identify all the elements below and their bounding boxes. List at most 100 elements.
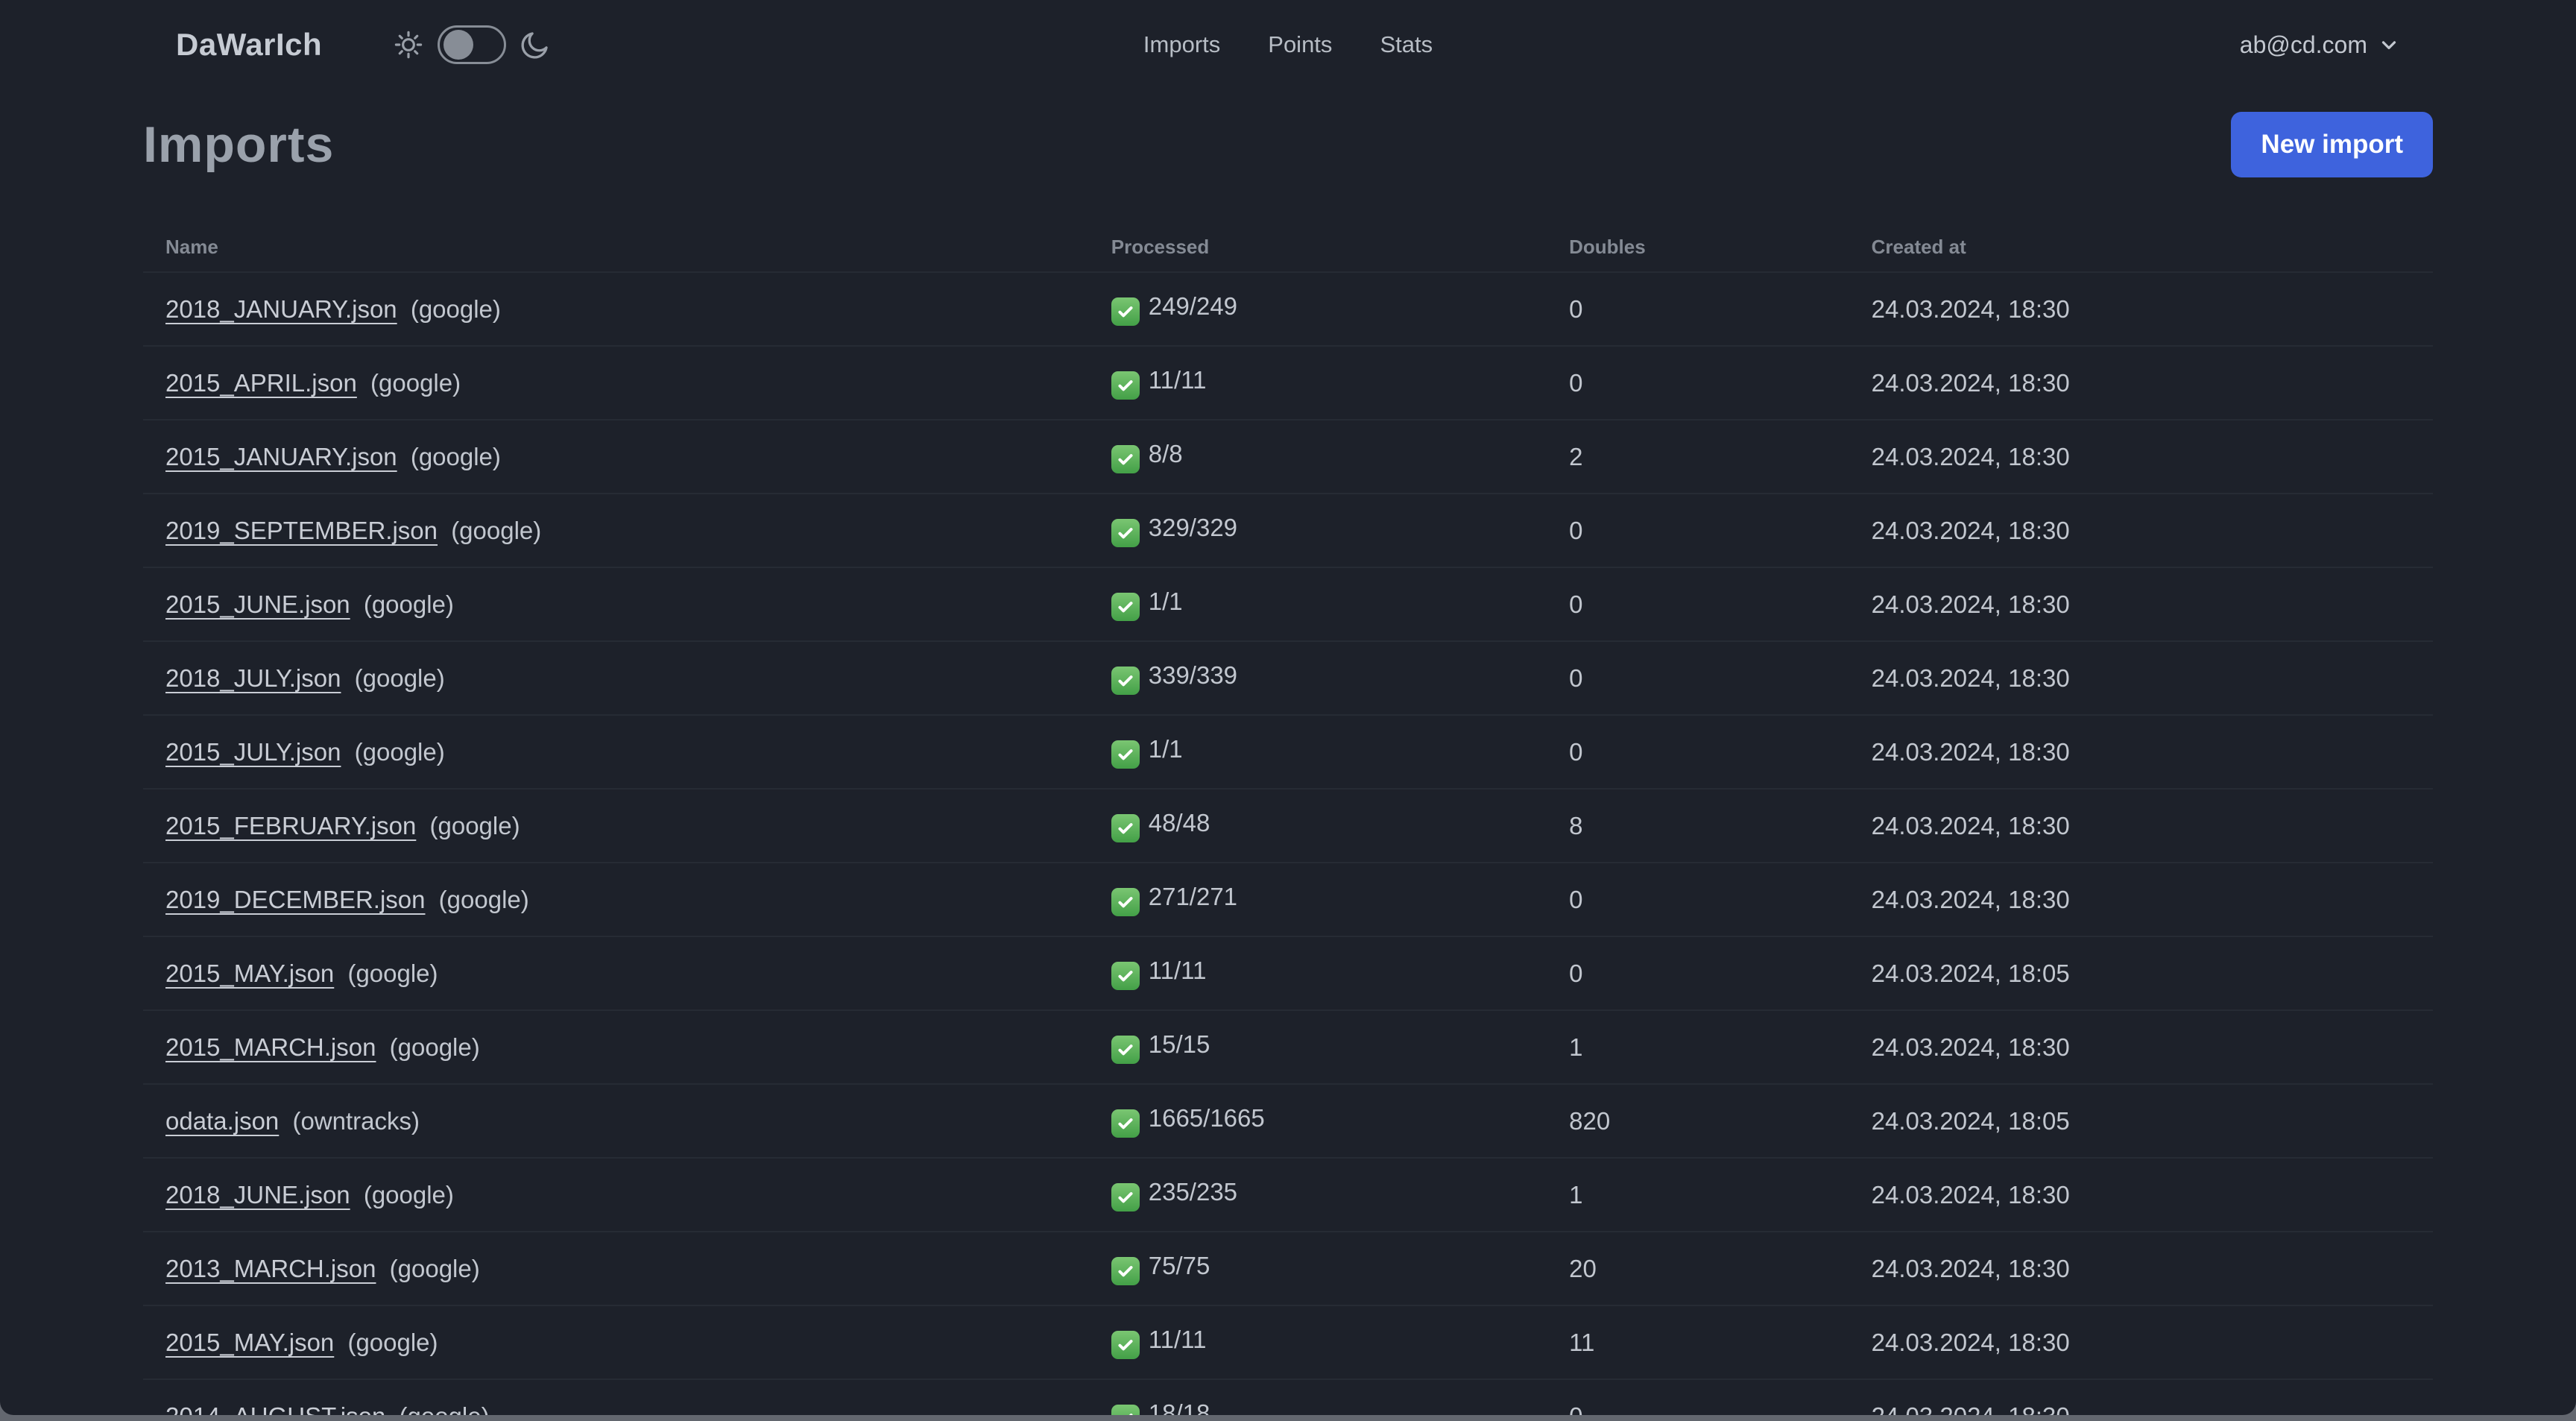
import-file-link[interactable]: 2013_MARCH.json xyxy=(165,1255,376,1282)
app-logo[interactable]: DaWarIch xyxy=(176,27,322,63)
table-row: 2018_JULY.json (google) 339/339 0 24.03.… xyxy=(143,641,2433,715)
created-at: 24.03.2024, 18:30 xyxy=(1871,1180,2070,1209)
created-at: 24.03.2024, 18:30 xyxy=(1871,1033,2070,1061)
import-source: (google) xyxy=(389,1254,480,1282)
import-file-link[interactable]: 2018_JANUARY.json xyxy=(165,295,397,323)
doubles-count: 0 xyxy=(1569,516,1583,544)
created-at: 24.03.2024, 18:30 xyxy=(1871,737,2070,766)
processed-count: 1665/1665 xyxy=(1148,1104,1265,1132)
app-window: DaWarIch Imports Points Stats ab@cd.com … xyxy=(0,0,2576,1415)
processed-count: 75/75 xyxy=(1148,1252,1210,1279)
doubles-count: 0 xyxy=(1569,885,1583,913)
page-content: Imports New import Name Processed Double… xyxy=(0,112,2576,1415)
table-row: 2019_DECEMBER.json (google) 271/271 0 24… xyxy=(143,863,2433,936)
user-email: ab@cd.com xyxy=(2239,31,2367,58)
table-row: 2015_FEBRUARY.json (google) 48/48 8 24.0… xyxy=(143,789,2433,863)
theme-toggle[interactable] xyxy=(393,25,551,64)
import-file-link[interactable]: odata.json xyxy=(165,1107,279,1135)
table-row: 2018_JUNE.json (google) 235/235 1 24.03.… xyxy=(143,1158,2433,1232)
doubles-count: 20 xyxy=(1569,1254,1597,1282)
processed-count: 339/339 xyxy=(1148,661,1238,689)
success-check-icon xyxy=(1111,1257,1140,1285)
doubles-count: 0 xyxy=(1569,959,1583,987)
doubles-count: 1 xyxy=(1569,1033,1583,1061)
processed-count: 329/329 xyxy=(1148,514,1238,541)
processed-count: 48/48 xyxy=(1148,809,1210,836)
doubles-count: 1 xyxy=(1569,1180,1583,1209)
moon-icon xyxy=(520,29,551,60)
import-file-link[interactable]: 2015_JANUARY.json xyxy=(165,443,397,470)
import-source: (google) xyxy=(438,885,529,913)
table-row: 2015_MAY.json (google) 11/11 0 24.03.202… xyxy=(143,936,2433,1010)
processed-count: 11/11 xyxy=(1148,1326,1207,1353)
import-file-link[interactable]: 2018_JULY.json xyxy=(165,664,341,692)
import-file-link[interactable]: 2018_JUNE.json xyxy=(165,1181,350,1209)
success-check-icon xyxy=(1111,371,1140,400)
created-at: 24.03.2024, 18:30 xyxy=(1871,811,2070,839)
success-check-icon xyxy=(1111,1036,1140,1064)
import-source: (owntracks) xyxy=(292,1106,420,1135)
doubles-count: 8 xyxy=(1569,811,1583,839)
success-check-icon xyxy=(1111,297,1140,326)
import-file-link[interactable]: 2015_MAY.json xyxy=(165,960,334,987)
doubles-count: 0 xyxy=(1569,590,1583,618)
nav-link-points[interactable]: Points xyxy=(1268,31,1332,58)
nav-link-stats[interactable]: Stats xyxy=(1380,31,1433,58)
import-source: (google) xyxy=(347,1328,438,1356)
import-source: (google) xyxy=(451,516,542,544)
table-header-row: Name Processed Doubles Created at xyxy=(143,222,2433,272)
import-source: (google) xyxy=(370,368,461,397)
table-row: 2019_SEPTEMBER.json (google) 329/329 0 2… xyxy=(143,494,2433,567)
table-row: 2013_MARCH.json (google) 75/75 20 24.03.… xyxy=(143,1232,2433,1305)
nav-link-imports[interactable]: Imports xyxy=(1143,31,1220,58)
new-import-button[interactable]: New import xyxy=(2231,112,2433,177)
created-at: 24.03.2024, 18:30 xyxy=(1871,590,2070,618)
user-menu[interactable]: ab@cd.com xyxy=(2240,31,2400,59)
created-at: 24.03.2024, 18:05 xyxy=(1871,1106,2070,1135)
doubles-count: 2 xyxy=(1569,442,1583,470)
doubles-count: 0 xyxy=(1569,294,1583,323)
success-check-icon xyxy=(1111,1109,1140,1138)
created-at: 24.03.2024, 18:05 xyxy=(1871,959,2070,987)
import-file-link[interactable]: 2019_SEPTEMBER.json xyxy=(165,517,438,544)
import-file-link[interactable]: 2015_MARCH.json xyxy=(165,1033,376,1061)
import-file-link[interactable]: 2019_DECEMBER.json xyxy=(165,886,426,913)
table-row: 2015_APRIL.json (google) 11/11 0 24.03.2… xyxy=(143,346,2433,420)
table-row: 2018_JANUARY.json (google) 249/249 0 24.… xyxy=(143,272,2433,346)
theme-switch[interactable] xyxy=(438,25,507,64)
import-source: (google) xyxy=(429,811,520,839)
processed-count: 271/271 xyxy=(1148,883,1238,910)
processed-count: 1/1 xyxy=(1148,735,1183,763)
success-check-icon xyxy=(1111,1183,1140,1212)
import-file-link[interactable]: 2015_FEBRUARY.json xyxy=(165,812,416,839)
import-source: (google) xyxy=(363,590,454,618)
import-source: (google) xyxy=(410,294,501,323)
success-check-icon xyxy=(1111,740,1140,769)
doubles-count: 0 xyxy=(1569,737,1583,766)
import-source: (google) xyxy=(389,1033,480,1061)
doubles-count: 11 xyxy=(1569,1328,1595,1356)
import-file-link[interactable]: 2015_JULY.json xyxy=(165,738,341,766)
created-at: 24.03.2024, 18:30 xyxy=(1871,294,2070,323)
navbar: DaWarIch Imports Points Stats ab@cd.com xyxy=(0,0,2576,89)
success-check-icon xyxy=(1111,667,1140,695)
import-file-link[interactable]: 2015_MAY.json xyxy=(165,1329,334,1356)
import-file-link[interactable]: 2014_AUGUST.json xyxy=(165,1402,385,1416)
table-row: 2015_MARCH.json (google) 15/15 1 24.03.2… xyxy=(143,1010,2433,1084)
success-check-icon xyxy=(1111,1405,1140,1415)
processed-count: 18/18 xyxy=(1148,1399,1210,1415)
nav-links: Imports Points Stats xyxy=(1143,31,1433,58)
import-file-link[interactable]: 2015_JUNE.json xyxy=(165,590,350,618)
doubles-count: 0 xyxy=(1569,368,1583,397)
page-title: Imports xyxy=(143,116,335,173)
created-at: 24.03.2024, 18:30 xyxy=(1871,442,2070,470)
success-check-icon xyxy=(1111,593,1140,621)
chevron-down-icon xyxy=(2378,34,2400,56)
success-check-icon xyxy=(1111,888,1140,916)
imports-table: Name Processed Doubles Created at 2018_J… xyxy=(143,222,2433,1415)
created-at: 24.03.2024, 18:30 xyxy=(1871,1254,2070,1282)
import-source: (google) xyxy=(400,1402,490,1416)
column-header-name: Name xyxy=(165,236,218,258)
import-file-link[interactable]: 2015_APRIL.json xyxy=(165,369,357,397)
processed-count: 235/235 xyxy=(1148,1178,1238,1206)
